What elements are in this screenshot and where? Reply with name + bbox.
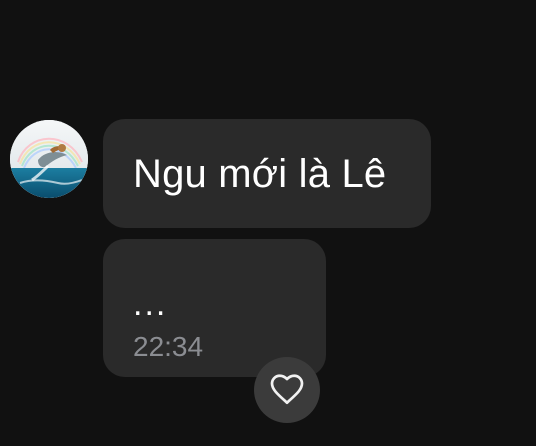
message-time: 22:34 [133, 331, 204, 362]
message-text: Ngu mới là Lê [133, 151, 387, 196]
heart-reaction-button[interactable] [254, 357, 320, 423]
chat-thread: Ngu mới là Lê ... 22:34 [0, 0, 536, 446]
avatar[interactable] [10, 120, 88, 198]
message-text: ... [133, 285, 168, 323]
heart-outline-icon [269, 372, 305, 408]
message-bubble[interactable]: ... 22:34 [103, 239, 326, 377]
message-bubble[interactable]: Ngu mới là Lê [103, 119, 431, 228]
